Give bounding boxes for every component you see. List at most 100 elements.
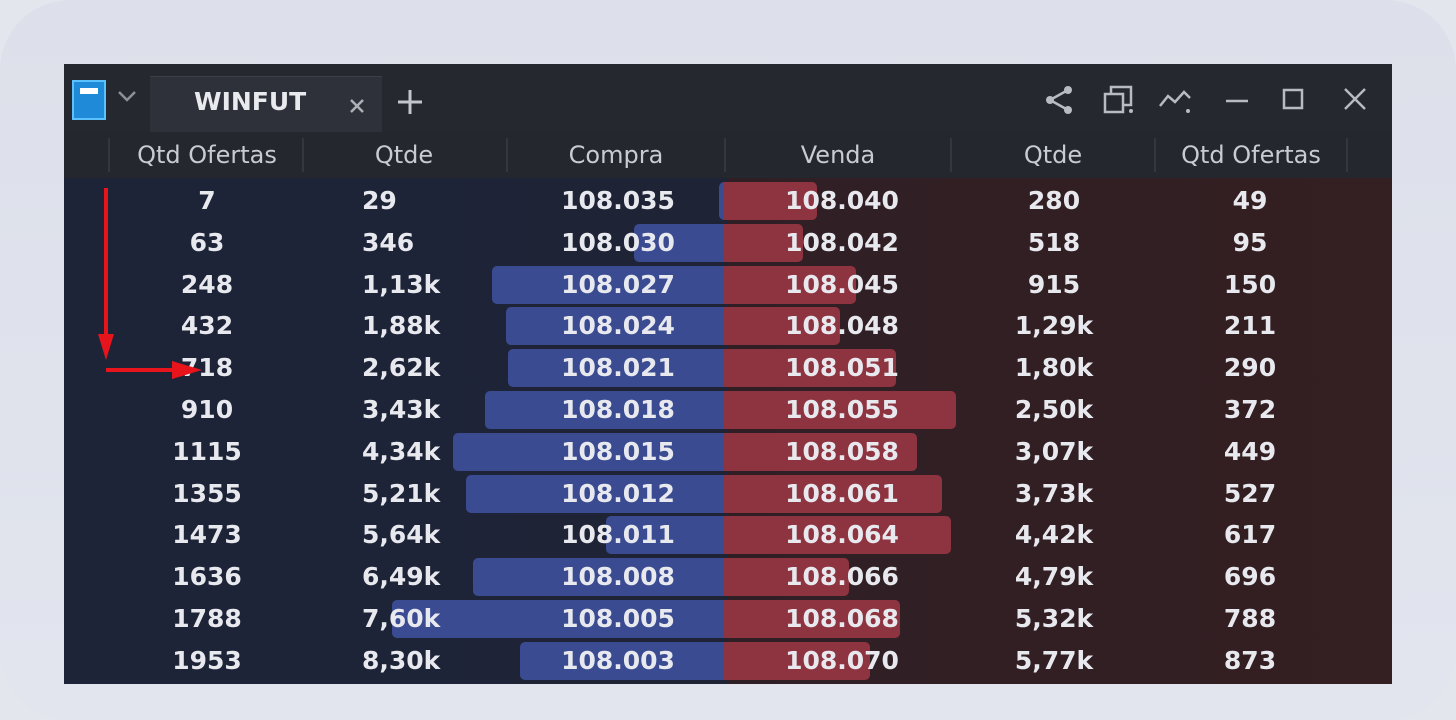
maximize-icon[interactable] bbox=[1276, 84, 1310, 116]
buy-qty-cell: 6,49k bbox=[362, 562, 441, 592]
close-window-icon[interactable] bbox=[1338, 84, 1372, 116]
annotation-arrow-icon bbox=[98, 188, 202, 379]
header-sell-qty[interactable]: Qtde bbox=[952, 132, 1154, 178]
sell-offers-cell: 527 bbox=[1223, 478, 1277, 508]
table-row[interactable]: 1115 4,34k 108.015 108.058 3,07k 449 bbox=[64, 431, 1392, 473]
table-row[interactable]: 7 29 108.035 108.040 280 49 bbox=[64, 180, 1392, 222]
table-row[interactable]: 1473 5,64k 108.011 108.064 4,42k 617 bbox=[64, 514, 1392, 556]
buy-price-cell: 108.030 bbox=[561, 227, 675, 257]
background-card: WINFUT Qtd Ofertas Qtde Compra Venda Qtd… bbox=[0, 0, 1456, 720]
buy-qty-cell: 1,88k bbox=[362, 311, 441, 341]
sell-qty-cell: 3,73k bbox=[1014, 478, 1094, 508]
sell-qty-cell: 915 bbox=[1027, 269, 1081, 299]
header-buy-price[interactable]: Compra bbox=[508, 132, 724, 178]
sell-offers-cell: 150 bbox=[1223, 269, 1277, 299]
sell-offers-cell: 788 bbox=[1223, 604, 1277, 633]
sell-qty-cell: 3,07k bbox=[1014, 436, 1094, 466]
sell-qty-cell: 5,77k bbox=[1014, 645, 1094, 675]
table-row[interactable]: 910 3,43k 108.018 108.055 2,50k 372 bbox=[64, 389, 1392, 431]
table-row[interactable]: 718 2,62k 108.021 108.051 1,80k 290 bbox=[64, 347, 1392, 389]
sell-qty-cell: 280 bbox=[1027, 186, 1081, 215]
sell-offers-cell: 290 bbox=[1223, 353, 1277, 383]
close-icon[interactable] bbox=[346, 95, 368, 117]
header-buy-qty[interactable]: Qtde bbox=[304, 132, 504, 178]
sell-offers-cell: 95 bbox=[1232, 227, 1268, 257]
sell-offers-cell: 696 bbox=[1223, 562, 1277, 592]
minimize-icon[interactable] bbox=[1220, 84, 1254, 116]
sell-qty-cell: 1,80k bbox=[1014, 353, 1094, 383]
header-buy-offers[interactable]: Qtd Ofertas bbox=[112, 132, 302, 178]
sell-offers-cell: 372 bbox=[1223, 395, 1277, 424]
buy-qty-cell: 1,13k bbox=[362, 269, 441, 299]
sell-price-cell: 108.058 bbox=[785, 436, 899, 466]
buy-price-cell: 108.015 bbox=[561, 436, 675, 466]
buy-price-cell: 108.021 bbox=[561, 353, 675, 383]
table-row[interactable]: 63 346 108.030 108.042 518 95 bbox=[64, 222, 1392, 264]
buy-qty-cell: 3,43k bbox=[362, 395, 441, 424]
tab-label: WINFUT bbox=[194, 87, 307, 116]
chart-icon[interactable] bbox=[1158, 84, 1192, 116]
buy-price-cell: 108.024 bbox=[561, 311, 675, 341]
sell-offers-cell: 617 bbox=[1223, 520, 1277, 550]
sell-qty-cell: 4,79k bbox=[1014, 562, 1094, 592]
buy-qty-cell: 4,34k bbox=[362, 436, 441, 466]
plus-icon[interactable] bbox=[396, 88, 424, 116]
table-row[interactable]: 1355 5,21k 108.012 108.061 3,73k 527 bbox=[64, 473, 1392, 515]
buy-qty-cell: 29 bbox=[362, 186, 397, 215]
buy-qty-cell: 5,21k bbox=[362, 478, 441, 508]
buy-offers-cell: 1355 bbox=[172, 478, 242, 508]
buy-offers-cell: 1636 bbox=[172, 562, 242, 592]
sell-price-cell: 108.051 bbox=[785, 353, 899, 383]
buy-qty-cell: 346 bbox=[362, 227, 415, 257]
sell-qty-cell: 5,32k bbox=[1014, 604, 1094, 633]
buy-offers-cell: 1473 bbox=[172, 520, 242, 550]
buy-qty-cell: 2,62k bbox=[362, 353, 441, 383]
sell-offers-cell: 49 bbox=[1232, 186, 1268, 215]
sell-price-cell: 108.064 bbox=[785, 520, 899, 550]
buy-price-cell: 108.011 bbox=[561, 520, 675, 550]
buy-price-cell: 108.012 bbox=[561, 478, 675, 508]
sell-qty-cell: 518 bbox=[1027, 227, 1081, 257]
table-row[interactable]: 1953 8,30k 108.003 108.070 5,77k 873 bbox=[64, 640, 1392, 682]
header-sell-offers[interactable]: Qtd Ofertas bbox=[1156, 132, 1346, 178]
buy-offers-cell: 910 bbox=[180, 395, 234, 424]
sell-price-cell: 108.048 bbox=[785, 311, 899, 341]
title-bar: WINFUT bbox=[64, 64, 1392, 132]
sell-price-cell: 108.068 bbox=[785, 604, 899, 633]
sell-price-cell: 108.055 bbox=[785, 395, 899, 424]
column-separator bbox=[1346, 138, 1348, 172]
buy-price-cell: 108.003 bbox=[561, 645, 675, 675]
buy-qty-cell: 8,30k bbox=[362, 645, 441, 675]
sell-price-cell: 108.066 bbox=[785, 562, 899, 592]
column-header-row: Qtd Ofertas Qtde Compra Venda Qtde Qtd O… bbox=[64, 132, 1392, 179]
sell-qty-cell: 2,50k bbox=[1014, 395, 1094, 424]
buy-offers-cell: 1953 bbox=[172, 645, 242, 675]
order-book-body: 7 29 108.035 108.040 280 49 63 346 108.030 108.04… bbox=[64, 178, 1392, 684]
buy-qty-cell: 5,64k bbox=[362, 520, 441, 550]
table-row[interactable]: 1788 7,60k 108.005 108.068 5,32k 788 bbox=[64, 598, 1392, 640]
sell-qty-cell: 1,29k bbox=[1014, 311, 1094, 341]
book-window: WINFUT Qtd Ofertas Qtde Compra Venda Qtd… bbox=[64, 64, 1392, 684]
header-sell-price[interactable]: Venda bbox=[726, 132, 950, 178]
sell-offers-cell: 873 bbox=[1223, 645, 1277, 675]
sell-price-cell: 108.040 bbox=[785, 186, 899, 215]
app-logo-icon[interactable] bbox=[72, 80, 106, 120]
buy-price-cell: 108.027 bbox=[561, 269, 675, 299]
sell-qty-cell: 4,42k bbox=[1014, 520, 1094, 550]
sell-price-cell: 108.070 bbox=[785, 645, 899, 675]
chevron-down-icon[interactable] bbox=[116, 84, 138, 108]
table-row[interactable]: 432 1,88k 108.024 108.048 1,29k 211 bbox=[64, 305, 1392, 347]
detach-window-icon[interactable] bbox=[1102, 84, 1136, 116]
sell-offers-cell: 449 bbox=[1223, 436, 1277, 466]
buy-price-cell: 108.008 bbox=[561, 562, 675, 592]
buy-price-cell: 108.005 bbox=[561, 604, 675, 633]
buy-qty-cell: 7,60k bbox=[362, 604, 441, 633]
sell-offers-cell: 211 bbox=[1223, 311, 1277, 341]
column-separator bbox=[108, 138, 110, 172]
sell-price-cell: 108.061 bbox=[785, 478, 899, 508]
share-icon[interactable] bbox=[1042, 84, 1076, 116]
tab-winfut[interactable]: WINFUT bbox=[150, 76, 382, 132]
buy-offers-cell: 1788 bbox=[172, 604, 242, 633]
table-row[interactable]: 248 1,13k 108.027 108.045 915 150 bbox=[64, 264, 1392, 306]
table-row[interactable]: 1636 6,49k 108.008 108.066 4,79k 696 bbox=[64, 556, 1392, 598]
